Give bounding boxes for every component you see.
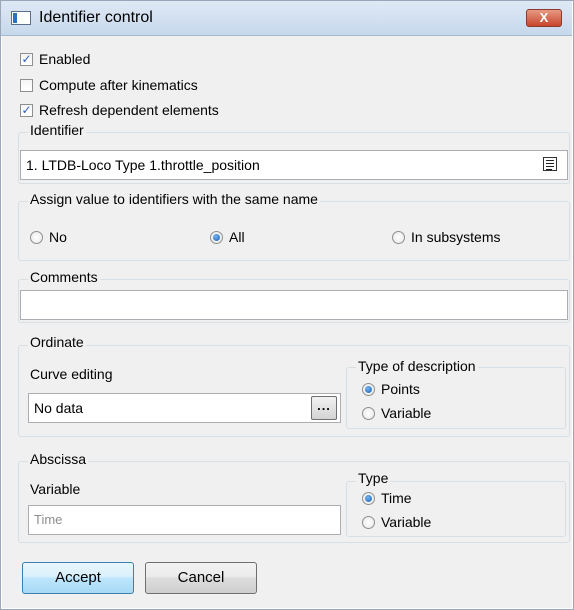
compute-after-kinematics-label: Compute after kinematics: [39, 77, 198, 93]
cancel-button[interactable]: Cancel: [145, 562, 257, 594]
assign-in-subsystems-radio[interactable]: [392, 230, 405, 244]
description-variable-radio[interactable]: [362, 406, 375, 420]
assign-in-subsystems-radio-row[interactable]: In subsystems: [392, 228, 500, 246]
refresh-dependent-label: Refresh dependent elements: [39, 102, 219, 118]
identifier-group-title: Identifier: [28, 122, 86, 138]
curve-data-field: No data: [28, 393, 341, 423]
list-icon[interactable]: [543, 157, 557, 171]
assign-no-label: No: [49, 229, 67, 245]
assign-group-title: Assign value to identifiers with the sam…: [28, 191, 320, 207]
description-points-radio-row[interactable]: Points: [362, 380, 420, 398]
curve-edit-button[interactable]: ...: [311, 396, 337, 420]
description-variable-radio-row[interactable]: Variable: [362, 404, 431, 422]
enabled-label: Enabled: [39, 51, 91, 67]
accept-button[interactable]: Accept: [22, 562, 134, 594]
title-bar[interactable]: Identifier control X: [1, 1, 572, 36]
compute-after-kinematics-checkbox-row[interactable]: Compute after kinematics: [20, 76, 198, 94]
description-points-label: Points: [381, 381, 420, 397]
close-button[interactable]: X: [526, 9, 562, 27]
abscissa-type-title: Type: [356, 470, 391, 486]
assign-no-radio[interactable]: [30, 230, 43, 244]
abscissa-variable-field[interactable]: Time: [28, 505, 341, 535]
assign-no-radio-row[interactable]: No: [30, 228, 67, 246]
assign-all-label: All: [229, 229, 245, 245]
ordinate-group-title: Ordinate: [28, 334, 86, 350]
abscissa-variable-radio[interactable]: [362, 515, 375, 529]
curve-editing-label: Curve editing: [30, 366, 113, 382]
app-window-icon: [11, 11, 31, 25]
abscissa-variable-radio-label: Variable: [381, 514, 432, 530]
abscissa-time-radio[interactable]: [362, 491, 375, 505]
description-points-radio[interactable]: [362, 382, 375, 396]
enabled-checkbox[interactable]: ✓: [20, 52, 33, 66]
abscissa-time-label: Time: [381, 490, 412, 506]
window-title: Identifier control: [39, 9, 153, 26]
assign-in-subsystems-label: In subsystems: [411, 229, 501, 245]
enabled-checkbox-row[interactable]: ✓ Enabled: [20, 50, 90, 68]
assign-all-radio[interactable]: [210, 230, 223, 244]
abscissa-variable-label: Variable: [30, 481, 81, 497]
compute-after-kinematics-checkbox[interactable]: [20, 78, 33, 92]
identifier-field[interactable]: 1. LTDB-Loco Type 1.throttle_position: [20, 150, 568, 180]
refresh-dependent-checkbox-row[interactable]: ✓ Refresh dependent elements: [20, 101, 219, 119]
abscissa-time-radio-row[interactable]: Time: [362, 489, 412, 507]
comments-field[interactable]: [20, 290, 568, 320]
type-of-description-title: Type of description: [356, 358, 478, 374]
abscissa-variable-radio-row[interactable]: Variable: [362, 513, 431, 531]
description-variable-label: Variable: [381, 405, 432, 421]
refresh-dependent-checkbox[interactable]: ✓: [20, 103, 33, 117]
comments-group-title: Comments: [28, 269, 100, 285]
abscissa-group-title: Abscissa: [28, 451, 89, 467]
assign-all-radio-row[interactable]: All: [210, 228, 245, 246]
